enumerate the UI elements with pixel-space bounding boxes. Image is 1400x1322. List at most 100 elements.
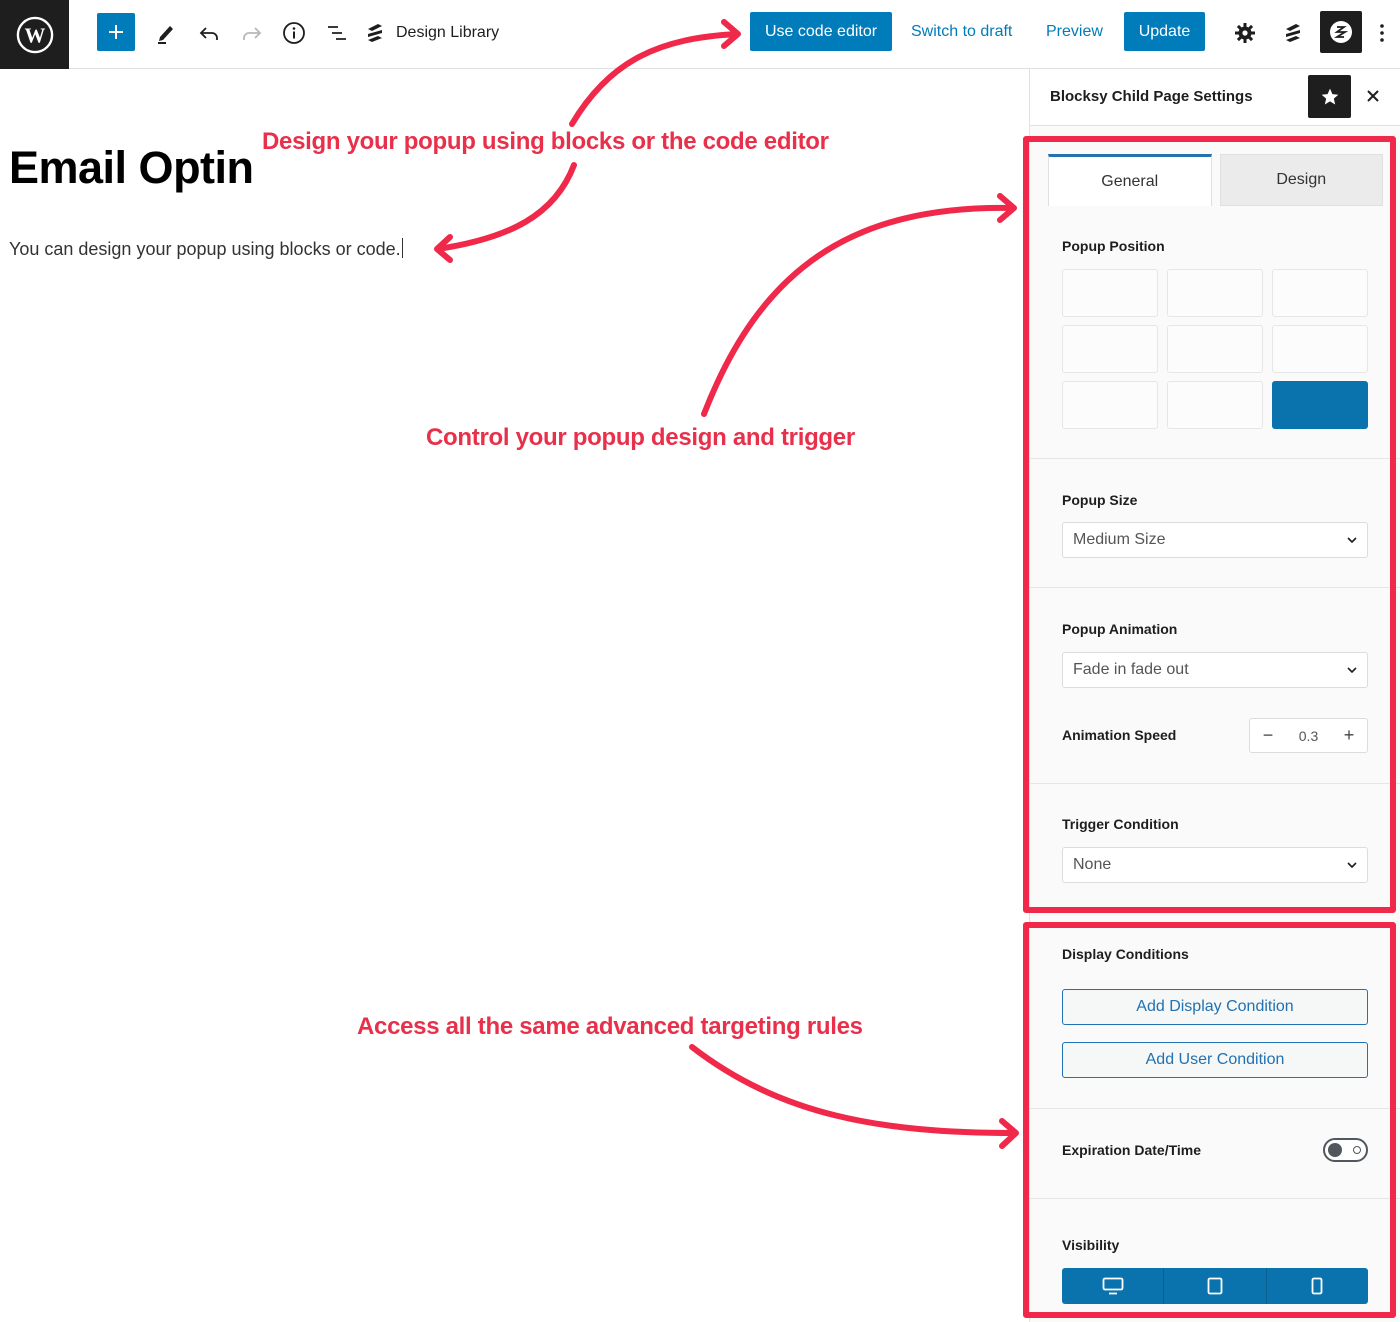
tab-design[interactable]: Design	[1219, 154, 1383, 206]
popup-size-select[interactable]: Medium Size	[1062, 522, 1368, 558]
add-user-condition-button[interactable]: Add User Condition	[1062, 1042, 1368, 1078]
position-bottom-center[interactable]	[1167, 381, 1263, 429]
position-bottom-left[interactable]	[1062, 381, 1158, 429]
section-divider	[1030, 587, 1400, 588]
arrow-to-paragraph	[435, 162, 577, 252]
use-code-editor-button[interactable]: Use code editor	[750, 12, 893, 51]
arrow-to-sidebar-bottom	[689, 1044, 1018, 1136]
svg-text:W: W	[24, 23, 45, 47]
chevron-down-icon	[1347, 667, 1357, 673]
trigger-condition-label: Trigger Condition	[1062, 816, 1179, 832]
design-library-button[interactable]: Design Library	[364, 14, 499, 51]
animation-speed-value[interactable]: 0.3	[1299, 728, 1318, 744]
design-library-label: Design Library	[396, 23, 500, 41]
settings-button[interactable]	[1227, 14, 1263, 51]
popup-size-label: Popup Size	[1062, 492, 1138, 508]
close-icon	[1367, 90, 1379, 102]
popup-animation-select[interactable]: Fade in fade out	[1062, 652, 1368, 688]
section-divider	[1030, 1198, 1400, 1199]
pin-plugin-button[interactable]	[1308, 75, 1351, 118]
arrowhead-sidebar-bottom	[999, 1118, 1019, 1149]
add-block-button[interactable]	[97, 13, 135, 51]
position-center[interactable]	[1167, 325, 1263, 373]
settings-tabs: General Design	[1048, 154, 1383, 206]
gear-icon	[1235, 22, 1255, 43]
paragraph-text: You can design your popup using blocks o…	[9, 239, 401, 259]
tablet-icon	[1207, 1277, 1223, 1295]
section-divider	[1030, 783, 1400, 784]
popup-position-grid	[1062, 269, 1368, 429]
position-top-center[interactable]	[1167, 269, 1263, 317]
text-caret	[401, 238, 403, 258]
popup-animation-value: Fade in fade out	[1073, 661, 1189, 678]
redo-button[interactable]	[234, 14, 270, 51]
expiration-toggle[interactable]	[1323, 1138, 1368, 1162]
position-bottom-right[interactable]	[1272, 381, 1368, 429]
visibility-mobile-button[interactable]	[1267, 1268, 1368, 1304]
section-divider	[1030, 458, 1400, 459]
arrowhead-sidebar-top	[997, 193, 1017, 223]
sidebar-title: Blocksy Child Page Settings	[1050, 88, 1253, 105]
info-icon	[283, 21, 305, 44]
annotation-targeting-rules: Access all the same advanced targeting r…	[357, 1013, 863, 1040]
popup-position-label: Popup Position	[1062, 238, 1165, 254]
stackable-icon	[1286, 23, 1300, 42]
pencil-icon	[158, 25, 173, 44]
annotation-control-popup: Control your popup design and trigger	[426, 424, 855, 451]
list-view-icon	[328, 25, 346, 40]
stackable-settings-button[interactable]	[1275, 14, 1311, 51]
position-middle-right[interactable]	[1272, 325, 1368, 373]
editor-header: W Design Library Use code editor Switch …	[0, 0, 1400, 69]
toggle-off-indicator	[1353, 1146, 1361, 1154]
chevron-down-icon	[1347, 537, 1357, 543]
preview-button[interactable]: Preview	[1046, 12, 1103, 51]
blocksy-settings-button[interactable]	[1320, 11, 1362, 53]
position-top-right[interactable]	[1272, 269, 1368, 317]
increment-button[interactable]: +	[1339, 725, 1359, 746]
close-sidebar-button[interactable]	[1360, 83, 1386, 109]
animation-speed-stepper: − 0.3 +	[1249, 718, 1368, 753]
trigger-condition-select[interactable]: None	[1062, 847, 1368, 883]
add-display-condition-button[interactable]: Add Display Condition	[1062, 989, 1368, 1025]
chevron-down-icon	[1347, 862, 1357, 868]
more-vertical-icon	[1380, 23, 1384, 42]
star-icon	[1321, 88, 1338, 104]
wordpress-logo-icon: W	[16, 16, 53, 53]
trigger-condition-value: None	[1073, 856, 1112, 873]
annotation-design-popup: Design your popup using blocks or the co…	[262, 128, 829, 155]
display-conditions-label: Display Conditions	[1062, 946, 1189, 962]
visibility-device-group	[1062, 1268, 1368, 1304]
popup-size-value: Medium Size	[1073, 531, 1166, 548]
switch-to-draft-button[interactable]: Switch to draft	[911, 12, 1012, 51]
visibility-desktop-button[interactable]	[1062, 1268, 1165, 1304]
post-title[interactable]: Email Optin	[9, 142, 254, 194]
sidebar-header: Blocksy Child Page Settings	[1030, 69, 1400, 126]
blocksy-icon	[1330, 21, 1352, 43]
redo-icon	[243, 26, 262, 40]
undo-button[interactable]	[191, 14, 227, 51]
expiration-label: Expiration Date/Time	[1062, 1142, 1202, 1158]
section-divider	[1030, 1108, 1400, 1109]
options-menu-button[interactable]	[1372, 14, 1392, 51]
animation-speed-label: Animation Speed	[1062, 727, 1177, 743]
arrow-to-sidebar-top	[701, 204, 1016, 417]
undo-icon	[199, 26, 218, 40]
position-middle-left[interactable]	[1062, 325, 1158, 373]
settings-sidebar: Blocksy Child Page Settings General Desi…	[1029, 69, 1400, 1322]
plus-icon	[109, 25, 123, 39]
decrement-button[interactable]: −	[1258, 725, 1278, 746]
visibility-label: Visibility	[1062, 1237, 1120, 1253]
arrowhead-paragraph	[434, 234, 453, 263]
position-top-left[interactable]	[1062, 269, 1158, 317]
stackable-icon	[368, 23, 382, 42]
tools-button[interactable]	[148, 14, 184, 51]
desktop-icon	[1102, 1277, 1124, 1295]
wordpress-logo-button[interactable]: W	[0, 0, 69, 69]
tab-general[interactable]: General	[1048, 154, 1212, 206]
update-button[interactable]: Update	[1124, 12, 1205, 51]
visibility-tablet-button[interactable]	[1164, 1268, 1267, 1304]
list-view-button[interactable]	[319, 14, 355, 51]
toggle-knob	[1328, 1143, 1342, 1157]
details-button[interactable]	[276, 14, 312, 51]
paragraph-block[interactable]: You can design your popup using blocks o…	[9, 238, 403, 260]
